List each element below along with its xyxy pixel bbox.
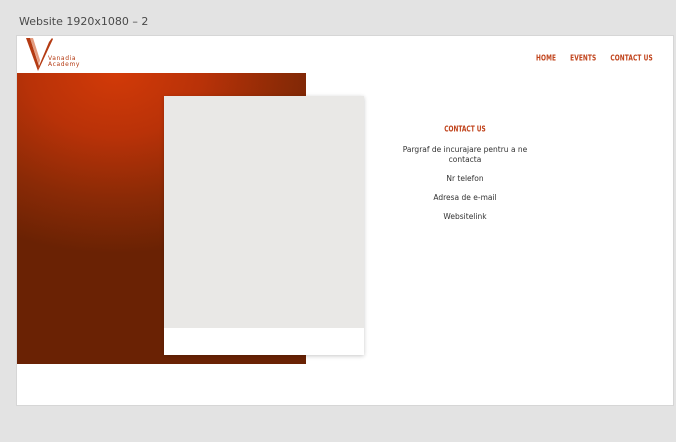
artboard-title: Website 1920x1080 – 2 — [19, 15, 149, 28]
contact-paragraph: Pargraf de incurajare pentru a ne contac… — [402, 145, 528, 164]
image-card — [164, 96, 364, 355]
image-placeholder — [164, 96, 364, 328]
logo-wordmark: Vanadia Academy — [48, 56, 80, 68]
nav-contact-us[interactable]: CONTACT US — [610, 53, 652, 63]
main-nav: HOME EVENTS CONTACT US — [536, 53, 667, 63]
contact-title: CONTACT US — [444, 124, 486, 134]
contact-email[interactable]: Adresa de e-mail — [387, 193, 543, 203]
logo[interactable]: Vanadia Academy — [26, 38, 86, 71]
nav-home[interactable]: HOME — [536, 53, 556, 63]
logo-line-2: Academy — [48, 61, 81, 68]
contact-section: CONTACT US Pargraf de incurajare pentru … — [387, 124, 543, 231]
contact-website[interactable]: Websitelink — [387, 212, 543, 222]
nav-events[interactable]: EVENTS — [570, 53, 596, 63]
contact-phone[interactable]: Nr telefon — [387, 174, 543, 184]
website-artboard: Vanadia Academy HOME EVENTS CONTACT US C… — [17, 36, 673, 405]
